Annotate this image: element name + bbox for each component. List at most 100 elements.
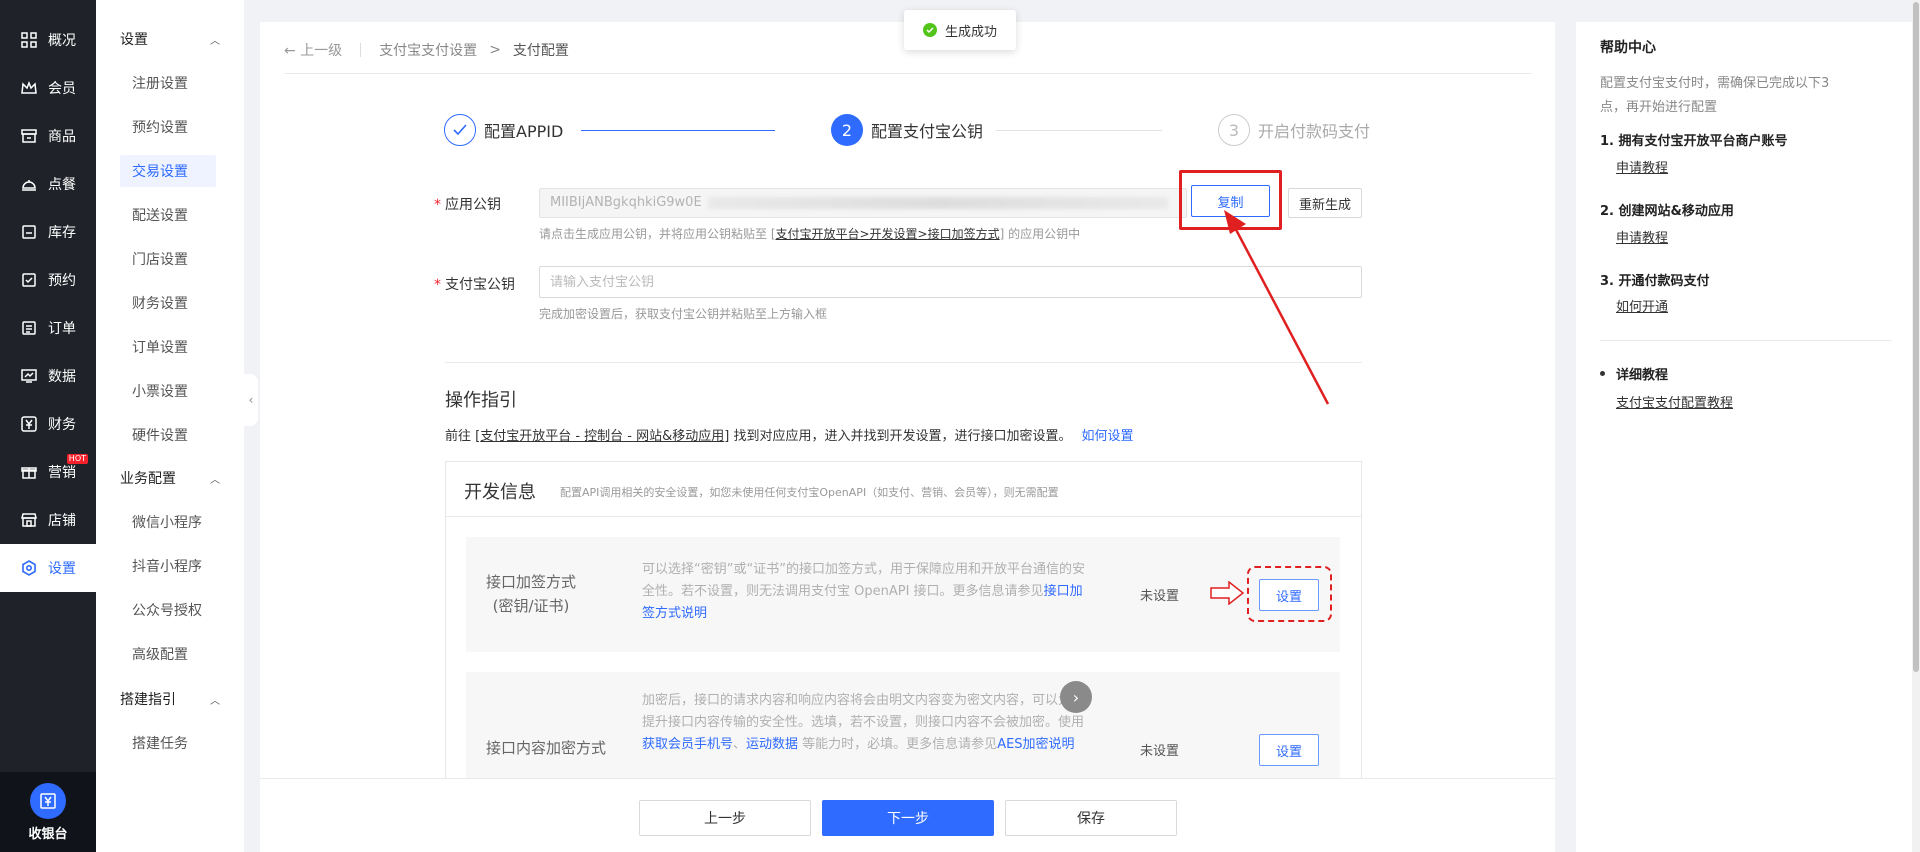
nav-item-finance[interactable]: 财务 — [0, 400, 96, 448]
sign-method-set-button[interactable]: 设置 — [1259, 579, 1319, 611]
sport-data-link[interactable]: 运动数据 — [746, 737, 798, 752]
scrollbar-thumb[interactable] — [1913, 2, 1919, 672]
shop-icon — [20, 127, 38, 145]
subnav-item-build-task[interactable]: 搭建任务 — [120, 727, 216, 759]
help-apply-link[interactable]: 申请教程 — [1616, 227, 1668, 246]
nav-item-settings[interactable]: 设置 — [0, 544, 96, 592]
label-text: 应用公钥 — [445, 197, 501, 213]
save-button[interactable]: 保存 — [1005, 800, 1177, 836]
subnav-group-label: 搭建指引 — [120, 692, 176, 708]
breadcrumb-parent[interactable]: 支付宝支付设置 — [379, 40, 477, 60]
subnav-item-advanced[interactable]: 高级配置 — [120, 638, 216, 670]
back-link[interactable]: ← 上一级 — [284, 40, 342, 60]
nav-label: 财务 — [48, 417, 76, 433]
subnav-item-finance[interactable]: 财务设置 — [120, 287, 216, 319]
page-scrollbar[interactable] — [1912, 0, 1920, 852]
required-mark: * — [434, 197, 441, 213]
help-detail-title: 详细教程 — [1600, 364, 1668, 383]
nav-item-overview[interactable]: 概况 — [0, 16, 96, 64]
app-public-key-field[interactable]: MIIBIjANBgkqhkiG9w0E — [539, 188, 1187, 218]
blurred-key-mask — [707, 196, 1168, 209]
gear-icon — [20, 559, 38, 577]
help-tutorial-link[interactable]: 支付宝支付配置教程 — [1616, 392, 1733, 411]
nav-item-orders[interactable]: 订单 — [0, 304, 96, 352]
subnav-item-store[interactable]: 门店设置 — [120, 243, 216, 275]
row-status: 未设置 — [1140, 589, 1180, 604]
nav-item-store[interactable]: 店铺 — [0, 496, 96, 544]
divider — [284, 73, 1532, 74]
subnav-group-business[interactable]: 业务配置 ︿ — [96, 460, 244, 496]
subnav-group-label: 业务配置 — [120, 471, 176, 487]
row-desc-text: 、 — [733, 737, 747, 752]
row-desc-text: 加密后，接口的请求内容和响应内容将会由明文内容变为密文内容，可以大大提升接口内容… — [642, 693, 1085, 730]
nav-label: 商品 — [48, 129, 76, 145]
subnav-item-register[interactable]: 注册设置 — [120, 67, 216, 99]
dev-info-subtitle: 配置API调用相关的安全设置，如您未使用任何支付宝OpenAPI（如支付、营销、… — [560, 486, 1059, 499]
breadcrumb-divider — [360, 43, 362, 57]
row-title: 接口内容加密方式 — [486, 739, 607, 757]
annotation-arrow-icon — [1224, 210, 1330, 405]
nav-item-member[interactable]: 会员 — [0, 64, 96, 112]
step-configure-appid: 配置APPID — [444, 114, 563, 146]
subnav-item-official-account[interactable]: 公众号授权 — [120, 594, 216, 626]
crown-icon — [20, 79, 38, 97]
nav-item-inventory[interactable]: 库存 — [0, 208, 96, 256]
subnav-group-settings[interactable]: 设置 ︿ — [96, 21, 244, 57]
store-icon — [20, 511, 38, 529]
app-key-label: * 应用公钥 — [434, 194, 501, 214]
breadcrumb: ← 上一级 支付宝支付设置 > 支付配置 — [284, 40, 569, 60]
nav-label: 点餐 — [48, 177, 76, 193]
collapse-subnav-handle[interactable]: ‹ — [244, 374, 258, 426]
step-label: 开启付款码支付 — [1258, 122, 1371, 141]
nav-item-goods[interactable]: 商品 — [0, 112, 96, 160]
aes-doc-link[interactable]: AES加密说明 — [997, 737, 1074, 752]
nav-label: 设置 — [48, 561, 76, 577]
step-connector — [581, 130, 775, 131]
subnav-item-order[interactable]: 订单设置 — [120, 331, 216, 363]
help-step: 1. 拥有支付宝开放平台商户账号 — [1600, 134, 1788, 149]
order-list-icon — [20, 319, 38, 337]
help-step: 2. 创建网站&移动应用 — [1600, 204, 1734, 219]
dish-icon — [20, 175, 38, 193]
help-intro: 配置支付宝支付时，需确保已完成以下3点，再开始进行配置 — [1600, 76, 1830, 115]
step-label: 配置APPID — [484, 122, 564, 141]
content-encrypt-set-button[interactable]: 设置 — [1259, 734, 1319, 766]
gift-icon — [20, 463, 38, 481]
required-mark: * — [434, 277, 441, 293]
alipay-dev-settings-link[interactable]: 支付宝开放平台>开发设置>接口加签方式 — [776, 227, 1000, 241]
next-step-button[interactable]: 下一步 — [822, 800, 994, 836]
hint-text: 请点击生成应用公钥，并将应用公钥粘贴至 [ — [539, 227, 776, 241]
help-enable-link[interactable]: 如何开通 — [1616, 296, 1668, 315]
nav-item-reservation[interactable]: 预约 — [0, 256, 96, 304]
nav-label: 概况 — [48, 33, 76, 49]
subnav-item-reservation[interactable]: 预约设置 — [120, 111, 216, 143]
scroll-right-button[interactable]: › — [1060, 681, 1092, 713]
subnav-group-build-guide[interactable]: 搭建指引 ︿ — [96, 681, 244, 717]
row-description: 加密后，接口的请求内容和响应内容将会由明文内容变为密文内容，可以大大提升接口内容… — [642, 690, 1090, 756]
nav-item-order-food[interactable]: 点餐 — [0, 160, 96, 208]
cashier-button[interactable]: 收银台 — [0, 772, 96, 852]
row-title-line: (密钥/证书) — [492, 597, 570, 615]
row-status: 未设置 — [1140, 744, 1180, 759]
dev-info-title: 开发信息 — [464, 482, 536, 503]
help-apply-link[interactable]: 申请教程 — [1616, 157, 1668, 176]
subnav-item-wechat-miniapp[interactable]: 微信小程序 — [120, 506, 216, 538]
calendar-check-icon — [20, 271, 38, 289]
success-toast: 生成成功 — [904, 10, 1016, 50]
nav-label: 店铺 — [48, 513, 76, 529]
row-desc-text: 等能力时，必填。更多信息请参见 — [798, 737, 998, 752]
row-title-line: 接口加签方式 — [486, 573, 577, 591]
nav-item-data[interactable]: 数据 — [0, 352, 96, 400]
subnav-item-douyin-miniapp[interactable]: 抖音小程序 — [120, 550, 216, 582]
subnav-item-trade[interactable]: 交易设置 — [120, 155, 216, 187]
how-to-set-link[interactable]: 如何设置 — [1082, 429, 1134, 444]
alipay-console-link[interactable]: 支付宝开放平台 - 控制台 - 网站&移动应用 — [480, 429, 724, 444]
member-phone-link[interactable]: 获取会员手机号 — [642, 737, 733, 752]
nav-label: 营销 — [48, 465, 76, 481]
subnav-item-delivery[interactable]: 配送设置 — [120, 199, 216, 231]
prev-step-button[interactable]: 上一步 — [639, 800, 811, 836]
nav-item-marketing[interactable]: 营销 HOT — [0, 448, 96, 496]
chevron-up-icon: ︿ — [210, 35, 220, 47]
subnav-item-hardware[interactable]: 硬件设置 — [120, 419, 216, 451]
subnav-item-receipt[interactable]: 小票设置 — [120, 375, 216, 407]
